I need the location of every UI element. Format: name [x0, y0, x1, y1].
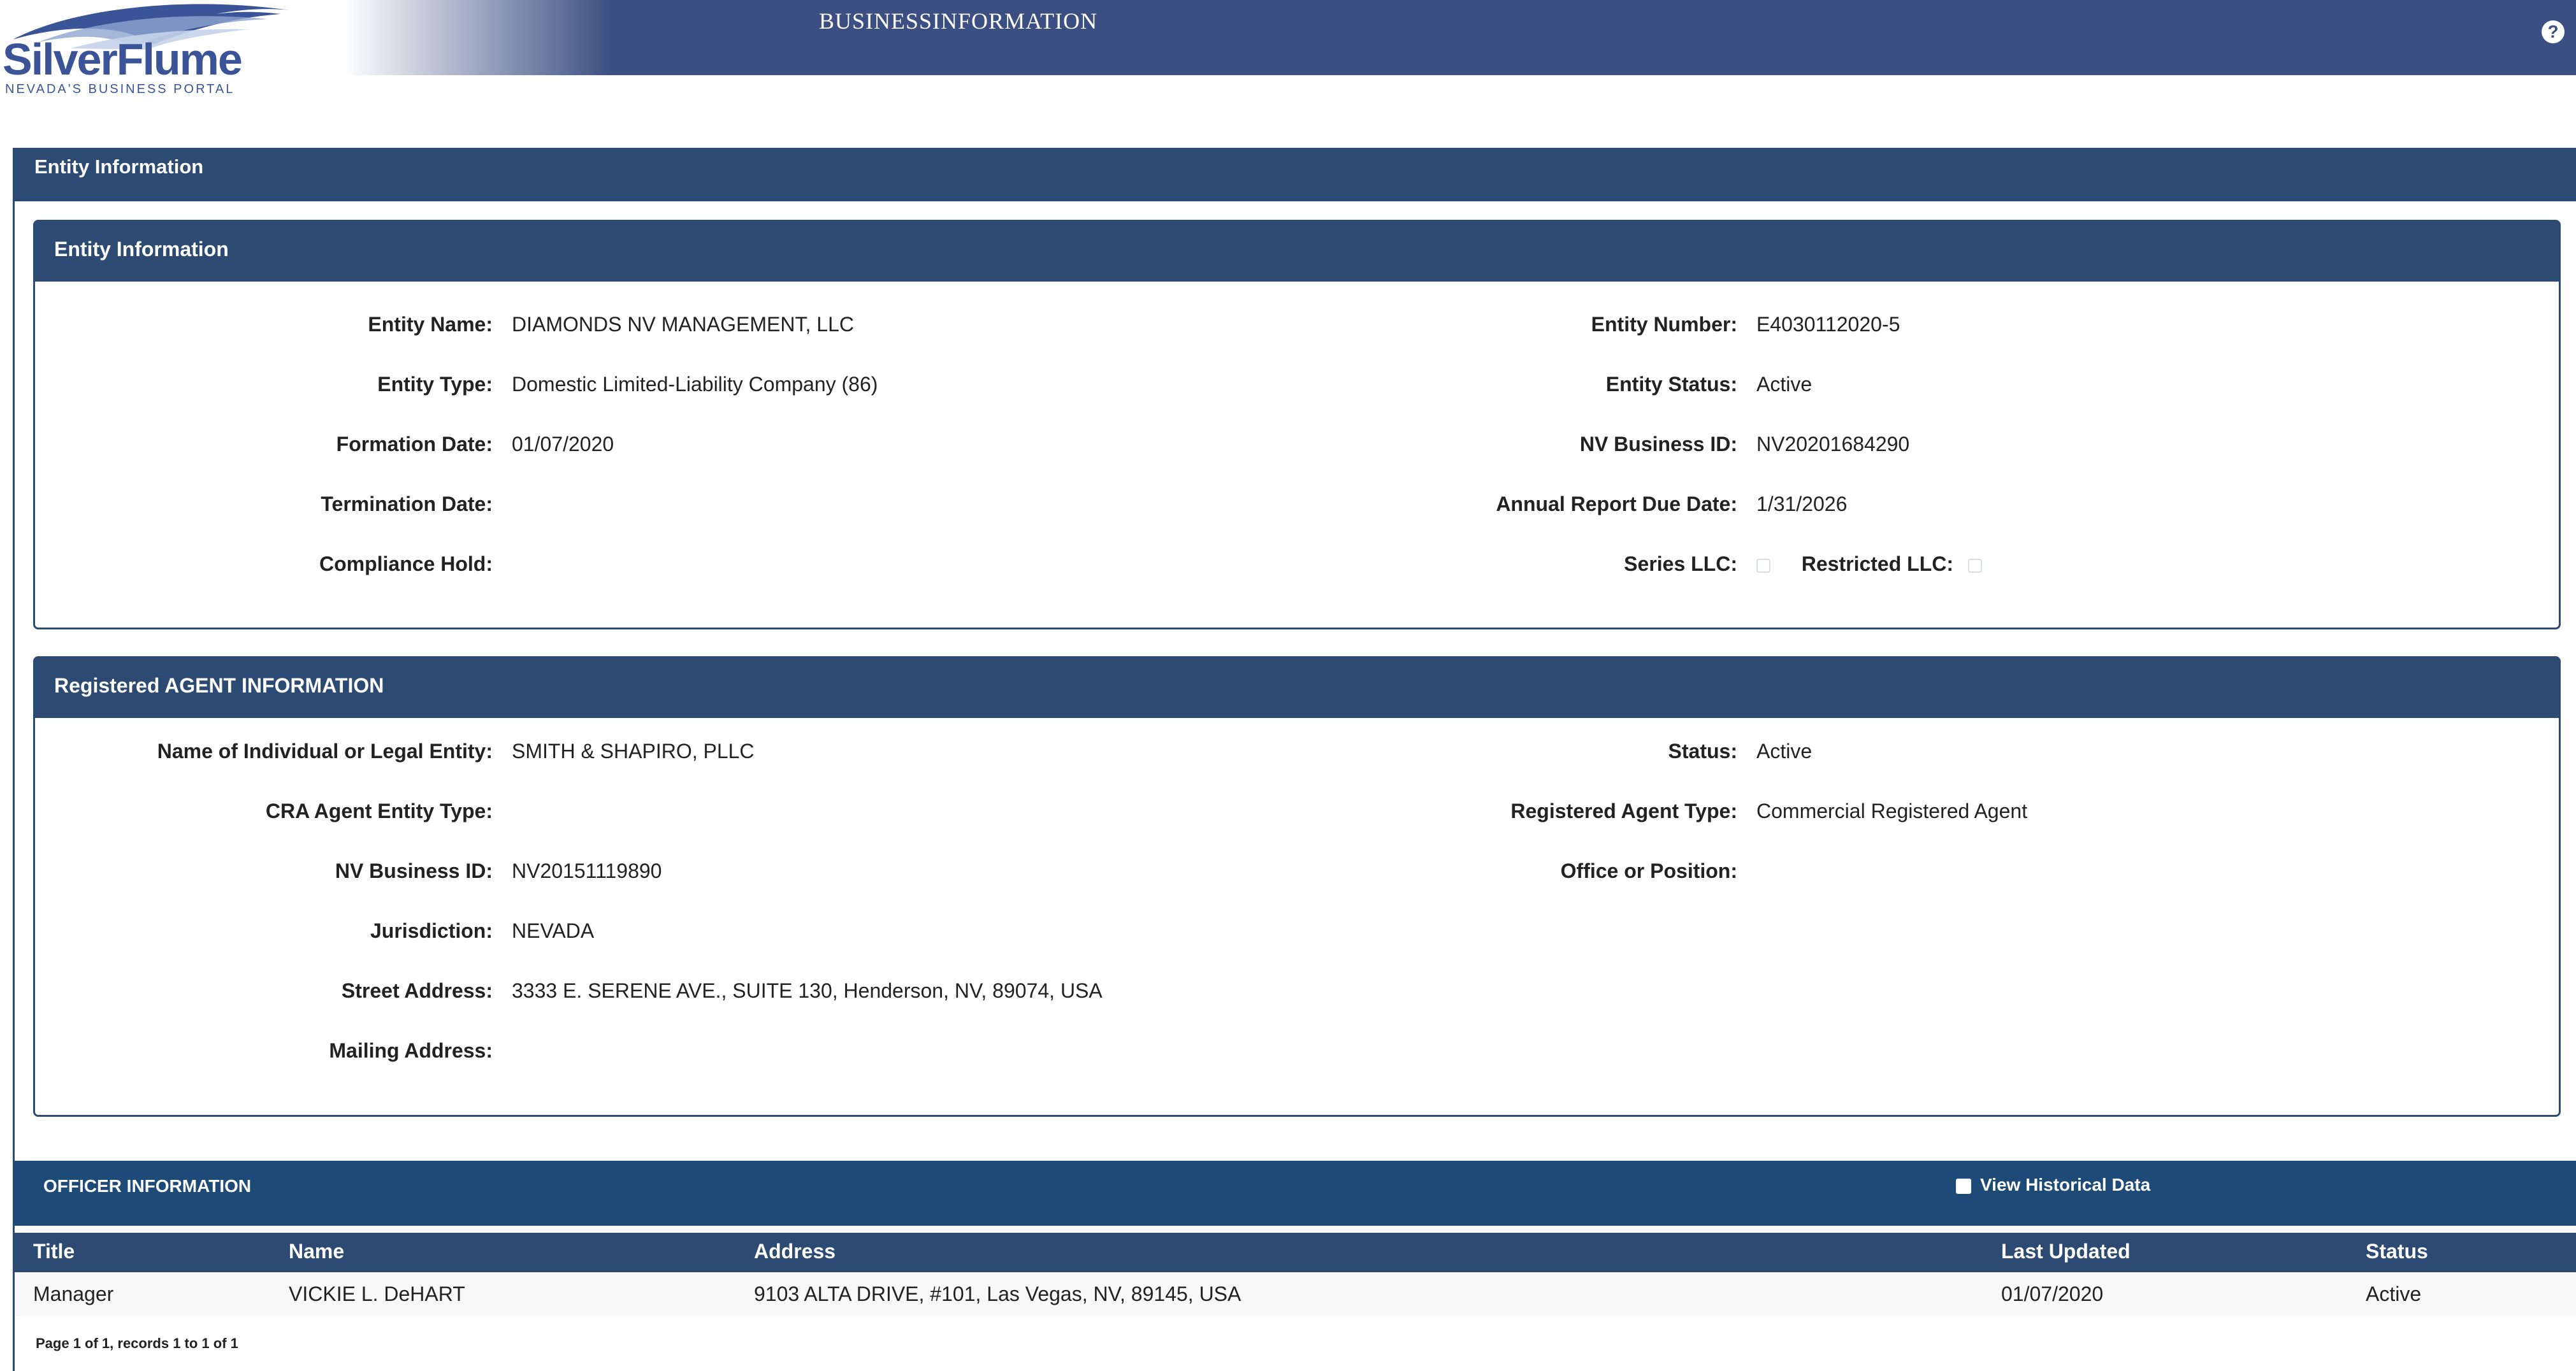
registered-agent-type-value: Commercial Registered Agent [1756, 800, 2028, 822]
field-label: Jurisdiction: [370, 919, 493, 942]
officer-last-updated-cell: 01/07/2020 [2001, 1282, 2104, 1305]
registered-agent-panel: Registered AGENT INFORMATION Name of Ind… [33, 656, 2561, 1117]
column-header-last-updated[interactable]: Last Updated [2001, 1240, 2131, 1263]
officer-section-title: OFFICER INFORMATION [43, 1176, 252, 1196]
entity-status-value: Active [1756, 373, 1813, 396]
outer-panel-title: Entity Information [34, 155, 204, 178]
field-label: Status: [1668, 740, 1737, 763]
field-label: Street Address: [341, 979, 493, 1002]
restricted-llc-checkbox[interactable] [1968, 559, 1982, 573]
compliance-hold-row: Compliance Hold: Series LLC: Restricted … [35, 551, 2559, 577]
officer-address-cell: 9103 ALTA DRIVE, #101, Las Vegas, NV, 89… [754, 1282, 1241, 1305]
logo-wordmark: SilverFlume [3, 34, 243, 84]
field-label: Entity Number: [1591, 313, 1737, 336]
pagination-info: Page 1 of 1, records 1 to 1 of 1 [36, 1335, 238, 1351]
officer-information-header: OFFICER INFORMATION View Historical Data [15, 1161, 2576, 1226]
silverflume-logo[interactable]: SilverFlume NEVADA'S BUSINESS PORTAL [0, 0, 300, 102]
jurisdiction-value: NEVADA [512, 919, 595, 942]
top-header-bar: BUSINESSINFORMATION ? [0, 0, 2576, 75]
entity-panel-header: Entity Information [35, 222, 2559, 282]
field-label: Restricted LLC: [1801, 552, 1953, 575]
officer-status-cell: Active [2366, 1282, 2422, 1305]
officer-name-cell: VICKIE L. DeHART [289, 1282, 465, 1305]
page-heading: BUSINESSINFORMATION [819, 8, 1098, 34]
field-label: Annual Report Due Date: [1496, 492, 1737, 515]
logo-tagline: NEVADA'S BUSINESS PORTAL [5, 82, 235, 96]
view-historical-data-checkbox[interactable] [1956, 1179, 1971, 1194]
column-header-title[interactable]: Title [33, 1240, 75, 1263]
entity-panel-title: Entity Information [54, 238, 229, 261]
column-header-name[interactable]: Name [289, 1240, 344, 1263]
officer-table-header: Title Name Address Last Updated Status [15, 1233, 2576, 1272]
entity-information-panel: Entity Information Entity Name: DIAMONDS… [33, 220, 2561, 629]
officer-title-cell: Manager [33, 1282, 114, 1305]
field-label: Registered Agent Type: [1510, 800, 1737, 822]
nv-business-id-value: NV20201684290 [1756, 433, 1910, 456]
view-historical-data-label[interactable]: View Historical Data [1980, 1175, 2150, 1195]
agent-panel-title: Registered AGENT INFORMATION [54, 674, 384, 697]
table-row[interactable]: Manager VICKIE L. DeHART 9103 ALTA DRIVE… [15, 1274, 2576, 1316]
header-gradient-band [344, 0, 2576, 75]
agent-status-value: Active [1756, 740, 1813, 763]
field-label: NV Business ID: [1579, 433, 1737, 456]
annual-report-due-date-value: 1/31/2026 [1756, 492, 1848, 515]
street-address-value: 3333 E. SERENE AVE., SUITE 130, Henderso… [512, 979, 1103, 1002]
field-label: Office or Position: [1560, 859, 1737, 882]
field-label: Mailing Address: [329, 1039, 493, 1062]
column-header-status[interactable]: Status [2366, 1240, 2428, 1263]
agent-panel-header: Registered AGENT INFORMATION [35, 658, 2559, 718]
outer-panel-header: Entity Information [15, 148, 2576, 201]
column-header-address[interactable]: Address [754, 1240, 836, 1263]
entity-number-value: E4030112020-5 [1756, 313, 1900, 336]
field-label: Series LLC: [1624, 552, 1737, 575]
question-circle-icon[interactable]: ? [2542, 20, 2565, 43]
field-label: Entity Status: [1605, 373, 1737, 396]
